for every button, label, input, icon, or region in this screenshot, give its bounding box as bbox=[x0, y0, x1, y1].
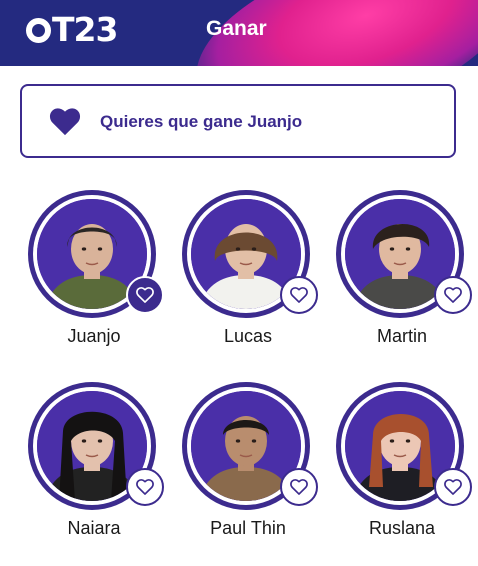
contestant-name: Lucas bbox=[223, 326, 273, 346]
contestant-card[interactable]: Paul Thin bbox=[174, 382, 318, 552]
vote-status-box: Quieres que gane Juanjo bbox=[20, 84, 456, 158]
contestant-name: Paul Thin bbox=[210, 518, 286, 538]
logo-text: T23 bbox=[52, 10, 118, 49]
favorite-heart-button[interactable] bbox=[126, 468, 164, 506]
heart-outline-icon bbox=[290, 287, 308, 303]
contestant-card[interactable]: Martin bbox=[328, 190, 472, 360]
favorite-heart-button[interactable] bbox=[434, 276, 472, 314]
favorite-heart-button[interactable] bbox=[280, 468, 318, 506]
heart-outline-icon bbox=[136, 479, 154, 495]
favorite-heart-button[interactable] bbox=[280, 276, 318, 314]
contestant-card[interactable]: Naiara bbox=[20, 382, 164, 552]
heart-outline-icon bbox=[290, 479, 308, 495]
contestant-card[interactable]: Lucas bbox=[174, 190, 318, 360]
contestant-name: Martin bbox=[376, 326, 427, 346]
contestant-card[interactable]: Juanjo bbox=[20, 190, 164, 360]
vote-status-text: Quieres que gane Juanjo bbox=[100, 112, 303, 131]
contestant-name: Juanjo bbox=[67, 326, 121, 346]
logo-o-shape bbox=[26, 17, 51, 43]
heart-outline-icon bbox=[444, 479, 462, 495]
contestant-card[interactable]: Ruslana bbox=[328, 382, 472, 552]
favorite-heart-button[interactable] bbox=[126, 276, 164, 314]
heart-filled-icon bbox=[136, 287, 154, 303]
heart-outline-icon bbox=[444, 287, 462, 303]
contestant-name: Ruslana bbox=[368, 518, 436, 538]
ot23-logo[interactable]: T23 bbox=[26, 12, 121, 48]
favorite-heart-button[interactable] bbox=[434, 468, 472, 506]
app-header: T23 Ganar bbox=[0, 0, 478, 66]
heart-icon bbox=[49, 108, 81, 136]
contestant-name: Naiara bbox=[67, 518, 121, 538]
page-title: Ganar bbox=[206, 17, 267, 40]
